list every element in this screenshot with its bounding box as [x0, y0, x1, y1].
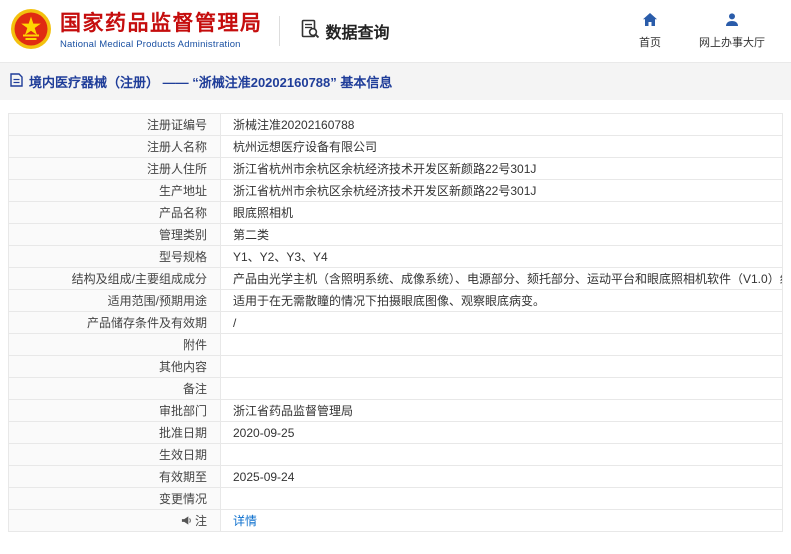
table-row: 有效期至 2025-09-24: [8, 465, 783, 488]
table-row-note: 注 详情: [8, 509, 783, 532]
field-value: [220, 333, 783, 356]
field-label: 型号规格: [8, 245, 221, 268]
table-row: 注册证编号 浙械注准20202160788: [8, 113, 783, 136]
breadcrumb: 境内医疗器械（注册） —— “浙械注准20202160788” 基本信息: [0, 62, 791, 100]
page-header: 国家药品监督管理局 National Medical Products Admi…: [0, 0, 791, 62]
field-value: 浙江省药品监督管理局: [220, 399, 783, 422]
nav-service-hall-label: 网上办事大厅: [699, 37, 765, 49]
field-label: 审批部门: [8, 399, 221, 422]
table-row: 适用范围/预期用途 适用于在无需散瞳的情况下拍摄眼底图像、观察眼底病变。: [8, 289, 783, 312]
field-label: 生产地址: [8, 179, 221, 202]
nav-item-home[interactable]: 首页: [639, 12, 661, 50]
table-row: 型号规格 Y1、Y2、Y3、Y4: [8, 245, 783, 268]
table-row: 产品储存条件及有效期 /: [8, 311, 783, 334]
field-value: 详情: [220, 509, 783, 532]
details-link[interactable]: 详情: [233, 514, 257, 528]
person-icon: [724, 12, 740, 34]
field-value: Y1、Y2、Y3、Y4: [220, 245, 783, 268]
table-row: 备注: [8, 377, 783, 400]
agency-title-en: National Medical Products Administration: [60, 38, 241, 50]
table-row: 附件: [8, 333, 783, 356]
table-row: 注册人名称 杭州远想医疗设备有限公司: [8, 135, 783, 158]
top-nav: 首页 网上办事大厅: [639, 12, 765, 50]
field-value: 第二类: [220, 223, 783, 246]
field-label: 批准日期: [8, 421, 221, 444]
field-value: 适用于在无需散瞳的情况下拍摄眼底图像、观察眼底病变。: [220, 289, 783, 312]
header-divider: [278, 16, 280, 46]
agency-brand: 国家药品监督管理局 National Medical Products Admi…: [10, 8, 263, 55]
field-value: [220, 377, 783, 400]
nav-item-service-hall[interactable]: 网上办事大厅: [699, 12, 765, 50]
field-value: 产品由光学主机（含照明系统、成像系统）、电源部分、颏托部分、运动平台和眼底照相机…: [220, 267, 783, 290]
field-label: 附件: [8, 333, 221, 356]
table-row: 其他内容: [8, 355, 783, 378]
field-label: 结构及组成/主要组成成分: [8, 267, 221, 290]
field-value: 2020-09-25: [220, 421, 783, 444]
table-row: 生产地址 浙江省杭州市余杭区余杭经济技术开发区新颜路22号301J: [8, 179, 783, 202]
field-label: 其他内容: [8, 355, 221, 378]
field-value: [220, 487, 783, 510]
field-label: 注: [8, 509, 221, 532]
registration-detail: 注册证编号 浙械注准20202160788 注册人名称 杭州远想医疗设备有限公司…: [8, 113, 783, 532]
field-label: 生效日期: [8, 443, 221, 466]
field-value: 杭州远想医疗设备有限公司: [220, 135, 783, 158]
field-value: 浙械注准20202160788: [220, 113, 783, 136]
field-value: 浙江省杭州市余杭区余杭经济技术开发区新颜路22号301J: [220, 179, 783, 202]
field-label: 注册证编号: [8, 113, 221, 136]
field-label: 备注: [8, 377, 221, 400]
table-row: 批准日期 2020-09-25: [8, 421, 783, 444]
page-doc-icon: [10, 73, 23, 90]
field-label: 注册人名称: [8, 135, 221, 158]
field-label: 适用范围/预期用途: [8, 289, 221, 312]
field-label: 管理类别: [8, 223, 221, 246]
note-label: 注: [194, 514, 207, 528]
home-icon: [642, 12, 658, 34]
table-row: 审批部门 浙江省药品监督管理局: [8, 399, 783, 422]
data-query-label: 数据查询: [325, 25, 390, 42]
field-label: 产品名称: [8, 201, 221, 224]
field-value: [220, 443, 783, 466]
table-row: 产品名称 眼底照相机: [8, 201, 783, 224]
field-label: 注册人住所: [8, 157, 221, 180]
table-row: 变更情况: [8, 487, 783, 510]
table-row: 结构及组成/主要组成成分 产品由光学主机（含照明系统、成像系统）、电源部分、颏托…: [8, 267, 783, 290]
field-value: 眼底照相机: [220, 201, 783, 224]
field-value: 浙江省杭州市余杭区余杭经济技术开发区新颜路22号301J: [220, 157, 783, 180]
registration-detail-table: 注册证编号 浙械注准20202160788 注册人名称 杭州远想医疗设备有限公司…: [8, 113, 783, 532]
field-value: 2025-09-24: [220, 465, 783, 488]
field-label: 产品储存条件及有效期: [8, 311, 221, 334]
data-query-nav[interactable]: 数据查询: [300, 19, 390, 44]
table-row: 管理类别 第二类: [8, 223, 783, 246]
breadcrumb-text: 境内医疗器械（注册） —— “浙械注准20202160788” 基本信息: [29, 75, 393, 90]
megaphone-icon: [181, 515, 192, 529]
field-value: /: [220, 311, 783, 334]
field-value: [220, 355, 783, 378]
table-row: 生效日期: [8, 443, 783, 466]
field-label: 变更情况: [8, 487, 221, 510]
document-search-icon: [300, 19, 320, 44]
nav-home-label: 首页: [639, 37, 661, 49]
national-emblem-icon: [10, 8, 52, 55]
table-row: 注册人住所 浙江省杭州市余杭区余杭经济技术开发区新颜路22号301J: [8, 157, 783, 180]
agency-title-cn: 国家药品监督管理局: [60, 12, 263, 36]
field-label: 有效期至: [8, 465, 221, 488]
